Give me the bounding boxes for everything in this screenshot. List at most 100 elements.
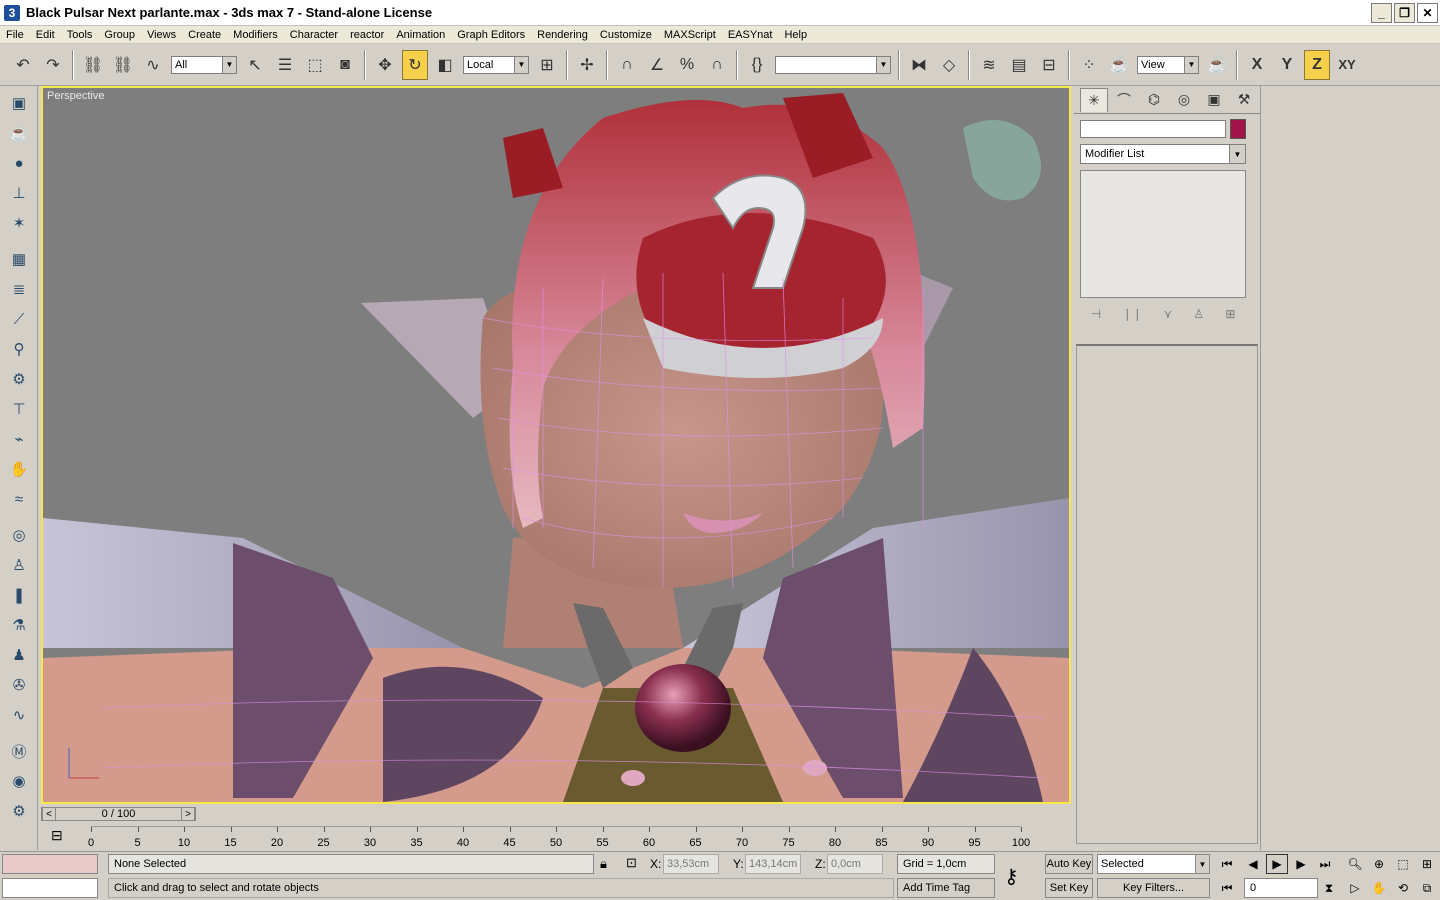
angle-snap-icon[interactable]: ∠ [644,50,670,80]
go-to-start-icon[interactable]: ⏮ [1216,854,1238,874]
remove-modifier-icon[interactable]: ♙ [1193,307,1204,321]
schematic-view-icon[interactable]: ⊟ [1036,50,1062,80]
go-to-end-icon[interactable]: ⏭ [1314,854,1336,874]
menu-reactor[interactable]: reactor [344,26,390,44]
menu-file[interactable]: File [0,26,30,44]
menu-group[interactable]: Group [98,26,141,44]
close-button[interactable]: ✕ [1417,3,1438,23]
percent-snap-icon[interactable]: % [674,50,700,80]
z-coord-field[interactable]: 0,0cm [827,854,883,874]
twist-icon[interactable]: ✋ [5,456,33,482]
mental-ray-icon[interactable]: ◉ [5,768,33,794]
maxscript-icon[interactable]: Ⓜ [5,738,33,764]
select-and-move-icon[interactable]: ✥ [372,50,398,80]
auto-key-button[interactable]: Auto Key [1045,854,1093,874]
previous-frame-icon[interactable]: ◀︎ [1242,854,1264,874]
unlink-icon[interactable]: ⛓ [110,50,136,80]
pin-stack-icon[interactable]: ⊣ [1091,307,1101,321]
select-and-link-icon[interactable]: ⛓ [80,50,106,80]
biped-icon[interactable]: ♙ [5,552,33,578]
material-editor-icon[interactable]: ⁘ [1076,50,1102,80]
spring-icon[interactable]: ≣ [5,276,33,302]
key-icon[interactable]: ⚷ [1004,864,1019,889]
motion-tab-icon[interactable]: ◎ [1170,88,1198,112]
zoom-extents-all-icon[interactable]: ⊞ [1416,854,1438,874]
current-frame-field[interactable]: 0 [1244,878,1318,898]
axis-x-button[interactable]: X [1244,50,1270,80]
select-and-scale-icon[interactable]: ◧ [432,50,458,80]
time-configuration-icon[interactable]: ⧗ [1318,878,1340,898]
selection-filter-dropdown[interactable]: All ▼ [171,55,237,74]
menu-animation[interactable]: Animation [390,26,451,44]
menu-tools[interactable]: Tools [61,26,99,44]
snap-toggle-icon[interactable]: ∩ [614,50,640,80]
spacewarp-icon[interactable]: ◎ [5,522,33,548]
skin-icon[interactable]: ❚ [5,582,33,608]
lock-icon[interactable]: 🔒︎ [600,856,607,872]
undo-icon[interactable]: ↶ [10,50,36,80]
menu-help[interactable]: Help [778,26,813,44]
modifier-stack[interactable] [1080,170,1246,298]
bend-icon[interactable]: ⌁ [5,426,33,452]
menu-rendering[interactable]: Rendering [531,26,594,44]
quick-render-icon[interactable]: ☕ [1204,50,1230,80]
track-bar-menu-icon[interactable]: ⊟ [51,827,63,844]
field-of-view-icon[interactable]: ▷ [1344,878,1366,898]
edit-named-selection-icon[interactable]: {} [744,50,770,80]
box-icon[interactable]: ▣ [5,90,33,116]
patch-icon[interactable]: ▦ [5,246,33,272]
sphere-icon[interactable]: ● [5,150,33,176]
rectangular-selection-icon[interactable]: ⬚ [302,50,328,80]
axis-xy-button[interactable]: XY [1334,50,1360,80]
play-icon[interactable]: ▶︎ [1266,854,1288,874]
utilities-icon[interactable]: ⚙ [5,798,33,824]
pivot-icon[interactable]: ⊤ [5,396,33,422]
utilities-tab-icon[interactable]: ⚒ [1230,88,1258,112]
viewport-label[interactable]: Perspective [47,90,104,102]
minimize-button[interactable]: _ [1371,3,1392,23]
menu-character[interactable]: Character [284,26,344,44]
make-unique-icon[interactable]: ⋎ [1163,307,1172,321]
select-by-name-icon[interactable]: ☰ [272,50,298,80]
x-coord-field[interactable]: 33,53cm [663,854,719,874]
pivot-center-icon[interactable]: ⊞ [534,50,560,80]
star-icon[interactable]: ✶ [5,210,33,236]
menu-edit[interactable]: Edit [30,26,61,44]
redo-icon[interactable]: ↷ [40,50,66,80]
set-key-button[interactable]: Set Key [1045,878,1093,898]
menu-easynat[interactable]: EASYnat [722,26,779,44]
pan-icon[interactable]: ✋ [1368,878,1390,898]
menu-customize[interactable]: Customize [594,26,658,44]
display-tab-icon[interactable]: ▣ [1200,88,1228,112]
maximize-button[interactable]: ❐ [1394,3,1415,23]
manipulate-icon[interactable]: ✢ [574,50,600,80]
axis-y-button[interactable]: Y [1274,50,1300,80]
render-view-dropdown[interactable]: View ▼ [1137,55,1199,74]
prev-frame-icon[interactable]: < [42,807,56,821]
bone-icon[interactable]: ⟋ [5,306,33,332]
modify-tab-icon[interactable]: ⌒ [1110,88,1138,112]
motion-icon[interactable]: ✇ [5,672,33,698]
spinner-snap-icon[interactable]: ∩ [704,50,730,80]
absolute-mode-icon[interactable]: ⊡ [626,855,637,871]
gear-icon[interactable]: ⚙ [5,366,33,392]
window-crossing-icon[interactable]: ◙ [332,50,358,80]
bind-space-warp-icon[interactable]: ∿ [140,50,166,80]
cylinder-icon[interactable]: ⊥ [5,180,33,206]
time-slider[interactable]: < 0 / 100 > [41,807,196,821]
menu-maxscript[interactable]: MAXScript [658,26,722,44]
zoom-extents-icon[interactable]: ⬚ [1392,854,1414,874]
arc-rotate-icon[interactable]: ⟲ [1392,878,1414,898]
align-icon[interactable]: ◇ [936,50,962,80]
y-coord-field[interactable]: 143,14cm [745,854,801,874]
menu-modifiers[interactable]: Modifiers [227,26,284,44]
maximize-viewport-icon[interactable]: ⧉ [1416,878,1438,898]
show-end-result-icon[interactable]: ❘❘ [1122,307,1142,321]
key-mode-dropdown[interactable]: Selected ▼ [1097,854,1210,874]
reactor-icon[interactable]: ⚗ [5,612,33,638]
axis-z-button[interactable]: Z [1304,49,1330,80]
menu-create[interactable]: Create [182,26,227,44]
path-icon[interactable]: ∿ [5,702,33,728]
select-object-icon[interactable]: ↖ [242,50,268,80]
object-name-field[interactable] [1080,120,1226,138]
